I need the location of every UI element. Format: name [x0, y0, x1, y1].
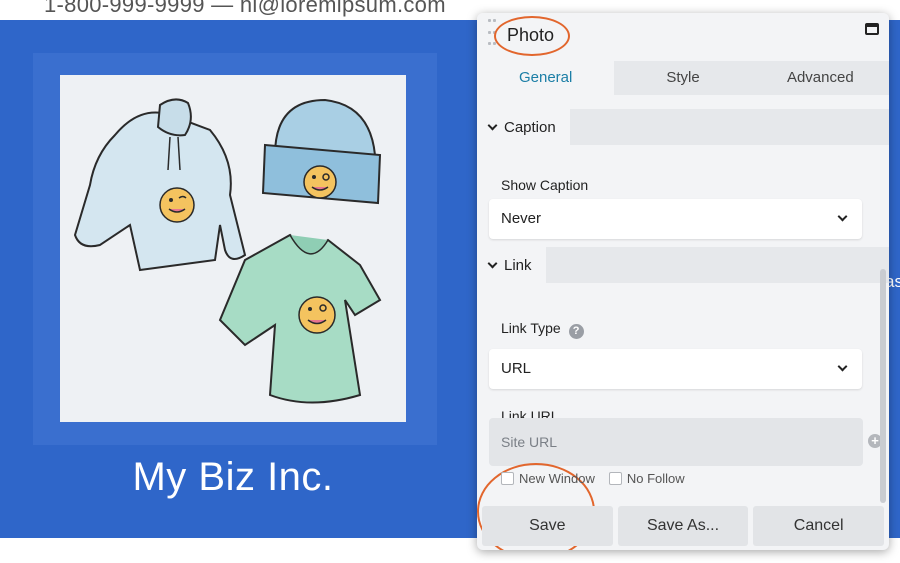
- caption-section-header[interactable]: Caption: [477, 109, 889, 145]
- caption-section-toggle[interactable]: Caption: [477, 109, 570, 145]
- no-follow-checkbox[interactable]: No Follow: [608, 471, 685, 486]
- panel-footer: Save Save As... Cancel: [477, 506, 889, 550]
- panel-title: Photo: [507, 25, 555, 45]
- panel-scrollbar[interactable]: [880, 269, 886, 503]
- link-section-title: Link: [504, 256, 532, 274]
- show-caption-value: Never: [501, 210, 542, 227]
- panel-tabs: General Style Advanced: [477, 61, 889, 95]
- chevron-down-icon: [837, 361, 848, 372]
- checkbox-icon[interactable]: [501, 472, 514, 485]
- link-section-header[interactable]: Link: [477, 247, 889, 283]
- tab-advanced[interactable]: Advanced: [752, 61, 889, 95]
- product-photo[interactable]: [60, 75, 406, 422]
- show-caption-label: Show Caption: [501, 177, 589, 193]
- cancel-button[interactable]: Cancel: [753, 506, 885, 546]
- link-section-toggle[interactable]: Link: [477, 247, 546, 283]
- maximize-icon[interactable]: [865, 23, 879, 35]
- help-icon[interactable]: ?: [568, 324, 584, 339]
- new-window-checkbox[interactable]: New Window: [501, 471, 595, 486]
- link-url-placeholder: Site URL: [501, 434, 558, 450]
- tab-style[interactable]: Style: [614, 61, 751, 95]
- tab-general[interactable]: General: [477, 61, 615, 95]
- no-follow-label: No Follow: [626, 471, 685, 486]
- new-window-label: New Window: [519, 471, 595, 486]
- drag-handle-icon[interactable]: [488, 19, 496, 51]
- link-type-label-text: Link Type: [501, 320, 561, 336]
- link-options: New Window No Follow: [501, 471, 685, 486]
- save-as-button[interactable]: Save As...: [617, 506, 749, 546]
- link-url-input[interactable]: Site URL: [489, 418, 863, 466]
- clothing-illustration: [73, 98, 382, 404]
- link-type-label: Link Type?: [501, 320, 584, 339]
- panel-header[interactable]: Photo: [477, 13, 889, 61]
- link-type-select[interactable]: URL: [489, 349, 862, 389]
- save-button[interactable]: Save: [482, 506, 613, 546]
- checkbox-icon[interactable]: [608, 472, 622, 485]
- business-name: My Biz Inc.: [132, 455, 334, 499]
- photo-settings-panel: Photo General Style Advanced Caption Sho…: [477, 13, 889, 550]
- chevron-down-icon: [487, 120, 498, 130]
- link-type-value: URL: [501, 360, 532, 377]
- contact-info: 1-800-999-9999 — hi@loremipsum.com: [44, 0, 446, 17]
- caption-section-title: Caption: [504, 118, 556, 136]
- chevron-down-icon: [487, 258, 498, 268]
- chevron-down-icon: [837, 211, 848, 222]
- panel-body: Caption Show Caption Never Link Link Typ…: [477, 95, 889, 550]
- show-caption-select[interactable]: Never: [489, 199, 862, 239]
